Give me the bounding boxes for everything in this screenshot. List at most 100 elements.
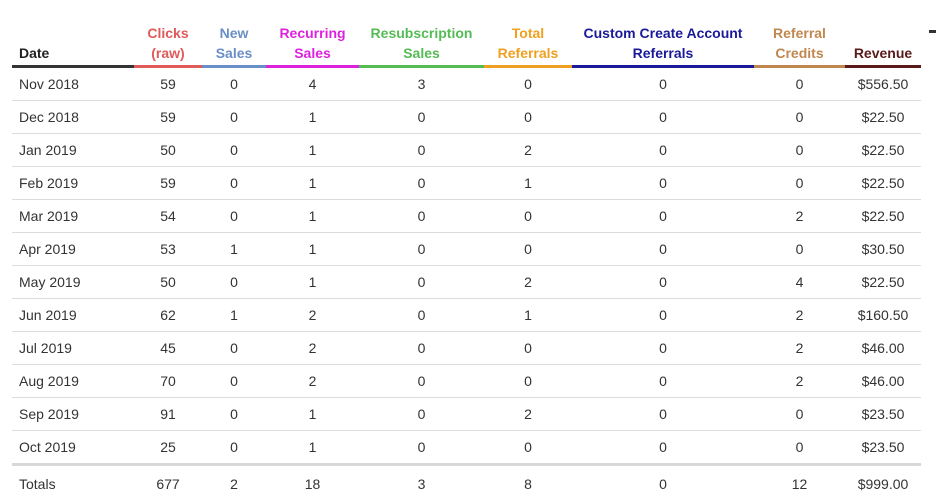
row-value-cell: $30.50: [845, 233, 921, 266]
row-value-cell: 1: [266, 266, 359, 299]
row-value-cell: 2: [754, 332, 845, 365]
row-value-cell: 0: [754, 431, 845, 465]
row-value-cell: 3: [359, 67, 484, 101]
total-cell: 8: [484, 465, 572, 502]
row-value-cell: 54: [134, 200, 202, 233]
row-value-cell: 0: [572, 431, 754, 465]
column-header-label: Custom Create Account: [584, 25, 743, 41]
row-date-cell: Sep 2019: [12, 398, 134, 431]
row-value-cell: $160.50: [845, 299, 921, 332]
column-header-label: Referrals: [498, 45, 559, 61]
row-value-cell: 2: [754, 200, 845, 233]
row-value-cell: 2: [484, 266, 572, 299]
row-value-cell: 1: [266, 431, 359, 465]
row-value-cell: 1: [266, 101, 359, 134]
row-value-cell: 0: [572, 365, 754, 398]
column-header-label: Referral: [773, 25, 826, 41]
row-value-cell: 53: [134, 233, 202, 266]
row-value-cell: 0: [359, 365, 484, 398]
totals-row: Totals 677 2 18 3 8 0 12 $999.00: [12, 465, 921, 502]
column-header-recurring-sales[interactable]: Recurring Sales: [266, 6, 359, 67]
table-row: Jul 201945020002$46.00: [12, 332, 921, 365]
table-row: Feb 201959010100$22.50: [12, 167, 921, 200]
row-value-cell: 0: [484, 233, 572, 266]
row-value-cell: 0: [359, 101, 484, 134]
column-header-label: Sales: [403, 45, 440, 61]
total-cell: 12: [754, 465, 845, 502]
row-value-cell: 0: [754, 233, 845, 266]
row-value-cell: 0: [202, 167, 266, 200]
row-value-cell: 0: [484, 200, 572, 233]
column-header-clicks[interactable]: Clicks(raw): [134, 6, 202, 67]
row-value-cell: 1: [484, 299, 572, 332]
row-value-cell: 59: [134, 67, 202, 101]
table-row: Nov 201859043000$556.50: [12, 67, 921, 101]
total-cell: 0: [572, 465, 754, 502]
row-value-cell: 0: [202, 67, 266, 101]
row-value-cell: 0: [359, 200, 484, 233]
column-header-revenue[interactable]: Revenue: [845, 6, 921, 67]
row-value-cell: 0: [484, 332, 572, 365]
row-value-cell: 0: [202, 266, 266, 299]
row-date-cell: Jul 2019: [12, 332, 134, 365]
row-value-cell: 0: [202, 398, 266, 431]
row-value-cell: 0: [202, 134, 266, 167]
row-value-cell: 0: [359, 167, 484, 200]
row-value-cell: 0: [572, 67, 754, 101]
column-header-label: Credits: [775, 45, 823, 61]
row-value-cell: 1: [266, 233, 359, 266]
row-value-cell: 2: [266, 299, 359, 332]
row-date-cell: Mar 2019: [12, 200, 134, 233]
row-value-cell: 0: [572, 134, 754, 167]
total-cell: 18: [266, 465, 359, 502]
row-value-cell: 50: [134, 134, 202, 167]
table-row: Jan 201950010200$22.50: [12, 134, 921, 167]
row-date-cell: Jan 2019: [12, 134, 134, 167]
row-value-cell: $23.50: [845, 398, 921, 431]
column-header-referral-credits[interactable]: Referral Credits: [754, 6, 845, 67]
row-date-cell: Oct 2019: [12, 431, 134, 465]
row-date-cell: Dec 2018: [12, 101, 134, 134]
table-row: Apr 201953110000$30.50: [12, 233, 921, 266]
row-value-cell: 0: [359, 431, 484, 465]
row-date-cell: Jun 2019: [12, 299, 134, 332]
table-body: Nov 201859043000$556.50Dec 201859010000$…: [12, 67, 921, 465]
table-row: Oct 201925010000$23.50: [12, 431, 921, 465]
row-value-cell: 0: [359, 266, 484, 299]
row-value-cell: 0: [202, 200, 266, 233]
row-value-cell: $22.50: [845, 200, 921, 233]
column-header-label: Sales: [294, 45, 331, 61]
row-value-cell: 0: [202, 365, 266, 398]
row-date-cell: Aug 2019: [12, 365, 134, 398]
table-header-row: Date Clicks(raw) NewSales RecurringSales…: [12, 6, 921, 67]
row-value-cell: $46.00: [845, 365, 921, 398]
column-header-total-referrals[interactable]: TotalReferrals: [484, 6, 572, 67]
column-header-label: Recurring: [279, 25, 345, 41]
row-value-cell: 0: [572, 266, 754, 299]
column-header-date[interactable]: Date: [12, 6, 134, 67]
column-header-label: Referrals: [633, 45, 694, 61]
row-value-cell: 2: [484, 398, 572, 431]
row-value-cell: 0: [359, 332, 484, 365]
row-value-cell: 0: [572, 101, 754, 134]
column-header-new-sales[interactable]: NewSales: [202, 6, 266, 67]
row-value-cell: 0: [202, 332, 266, 365]
row-value-cell: $46.00: [845, 332, 921, 365]
table-row: Dec 201859010000$22.50: [12, 101, 921, 134]
row-value-cell: 0: [572, 332, 754, 365]
table-row: Mar 201954010002$22.50: [12, 200, 921, 233]
column-header-custom-create-account-referrals[interactable]: Custom Create Account Referrals: [572, 6, 754, 67]
row-value-cell: 59: [134, 101, 202, 134]
row-value-cell: 2: [754, 299, 845, 332]
row-value-cell: 59: [134, 167, 202, 200]
row-value-cell: 2: [484, 134, 572, 167]
row-value-cell: 0: [754, 67, 845, 101]
column-header-label: Date: [19, 45, 49, 61]
row-value-cell: 1: [266, 167, 359, 200]
row-value-cell: $23.50: [845, 431, 921, 465]
table-row: Jun 201962120102$160.50: [12, 299, 921, 332]
column-header-resubscription-sales[interactable]: ResubscriptionSales: [359, 6, 484, 67]
row-date-cell: Nov 2018: [12, 67, 134, 101]
column-header-label: New: [220, 25, 249, 41]
row-value-cell: 0: [754, 101, 845, 134]
